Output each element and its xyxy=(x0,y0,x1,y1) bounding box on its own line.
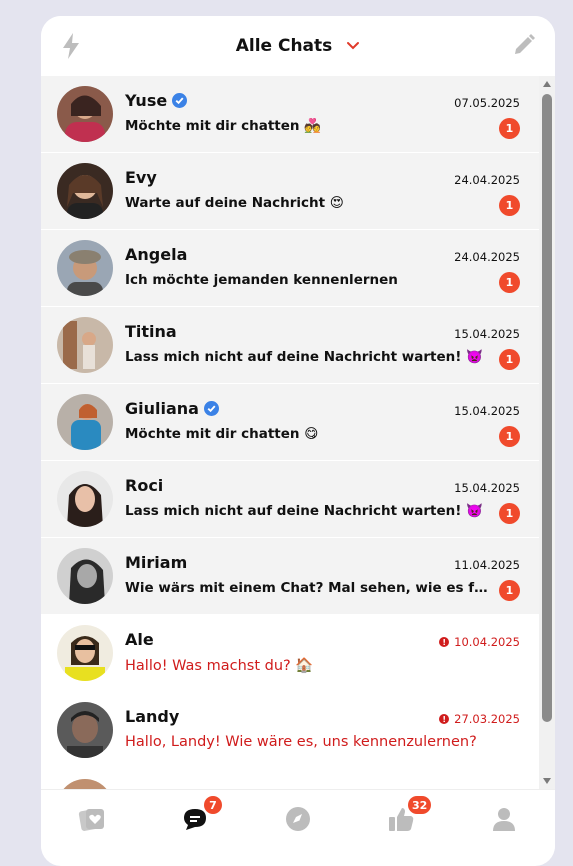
verified-icon xyxy=(203,401,219,416)
unread-badge: 1 xyxy=(499,272,520,293)
chat-date: 15.04.2025 xyxy=(454,481,520,495)
chat-date: 10.04.2025 xyxy=(454,635,520,649)
chat-message: Warte auf deine Nachricht 😍 xyxy=(125,195,344,211)
verified-icon xyxy=(172,93,188,108)
nav-likes[interactable]: 32 xyxy=(386,796,432,834)
unread-badge: 1 xyxy=(499,118,520,139)
chat-date: 15.04.2025 xyxy=(454,404,520,418)
likes-count-badge: 32 xyxy=(408,796,432,814)
chat-name: Yuse xyxy=(125,91,188,110)
chat-name: Miriam xyxy=(125,553,188,572)
chat-row[interactable]: Titina Lass mich nicht auf deine Nachric… xyxy=(41,307,539,384)
chat-name: Titina xyxy=(125,322,177,341)
chat-row[interactable]: Evy Warte auf deine Nachricht 😍 24.04.20… xyxy=(41,153,539,230)
page-title: Alle Chats xyxy=(235,36,333,56)
chat-name: Angela xyxy=(125,245,188,264)
alert-icon: ! xyxy=(439,714,450,724)
avatar xyxy=(57,702,113,758)
scroll-down-icon[interactable] xyxy=(542,776,552,786)
unread-badge: 1 xyxy=(499,349,520,370)
avatar xyxy=(57,86,113,142)
chat-date: 24.04.2025 xyxy=(454,173,520,187)
chat-row[interactable]: Giuliana Möchte mit dir chatten 😋 15.04.… xyxy=(41,384,539,461)
chat-message: Ich möchte jemanden kennenlernen xyxy=(125,272,398,288)
avatar xyxy=(57,625,113,681)
chats-count-badge: 7 xyxy=(204,796,222,814)
cards-icon[interactable] xyxy=(77,804,107,834)
chat-name: Landy xyxy=(125,707,180,726)
chat-date: 07.05.2025 xyxy=(454,96,520,110)
chat-row[interactable]: Roci Lass mich nicht auf deine Nachricht… xyxy=(41,461,539,538)
chat-name: Ale xyxy=(125,630,154,649)
compass-icon[interactable] xyxy=(283,804,313,834)
chat-message: Wie wärs mit einem Chat? Mal sehen, wie … xyxy=(125,580,495,596)
unread-badge: 1 xyxy=(499,503,520,524)
chat-name: Giuliana xyxy=(125,399,219,418)
avatar xyxy=(57,394,113,450)
avatar xyxy=(57,548,113,604)
chat-message: Hallo, Landy! Wie wäre es, uns kennenzul… xyxy=(125,734,477,750)
pencil-icon[interactable] xyxy=(511,32,537,58)
avatar xyxy=(57,240,113,296)
chat-row[interactable]: Angela Ich möchte jemanden kennenlernen … xyxy=(41,230,539,307)
nav-chats[interactable]: 7 xyxy=(180,796,222,834)
chat-message: Möchte mit dir chatten 😋 xyxy=(125,426,319,442)
chat-date: 15.04.2025 xyxy=(454,327,520,341)
chat-message: Lass mich nicht auf deine Nachricht wart… xyxy=(125,349,483,365)
chat-list: Yuse Möchte mit dir chatten 💑 07.05.2025… xyxy=(41,76,555,789)
unread-badge: 1 xyxy=(499,580,520,601)
chat-message: Hallo! Was machst du? 🏠 xyxy=(125,658,314,674)
chat-message: Möchte mit dir chatten 💑 xyxy=(125,118,322,134)
scrollbar-thumb[interactable] xyxy=(542,94,552,722)
chat-date-wrap: ! 10.04.2025 xyxy=(439,635,520,649)
avatar xyxy=(57,779,113,789)
header: Alle Chats xyxy=(41,16,555,76)
chat-date: 24.04.2025 xyxy=(454,250,520,264)
avatar xyxy=(57,163,113,219)
chat-row[interactable] xyxy=(41,769,539,789)
chat-app-panel: Alle Chats Yuse Möchte mit dir chatten 💑… xyxy=(41,16,555,866)
scroll-up-icon[interactable] xyxy=(542,79,552,89)
chat-row[interactable]: Miriam Wie wärs mit einem Chat? Mal sehe… xyxy=(41,538,539,615)
chat-row[interactable]: Ale Hallo! Was machst du? 🏠 ! 10.04.2025 xyxy=(41,615,539,692)
chat-date: 27.03.2025 xyxy=(454,712,520,726)
avatar xyxy=(57,317,113,373)
bottom-nav: 7 32 xyxy=(41,789,555,849)
chat-name: Evy xyxy=(125,168,157,187)
profile-icon[interactable] xyxy=(489,804,519,834)
unread-badge: 1 xyxy=(499,426,520,447)
scrollbar[interactable] xyxy=(539,76,555,789)
chat-message: Lass mich nicht auf deine Nachricht wart… xyxy=(125,503,483,519)
unread-badge: 1 xyxy=(499,195,520,216)
chat-row[interactable]: Landy Hallo, Landy! Wie wäre es, uns ken… xyxy=(41,692,539,769)
chat-name: Roci xyxy=(125,476,164,495)
chat-date-wrap: ! 27.03.2025 xyxy=(439,712,520,726)
avatar xyxy=(57,471,113,527)
chevron-down-icon xyxy=(347,42,360,50)
bolt-icon[interactable] xyxy=(60,32,82,60)
chat-date: 11.04.2025 xyxy=(454,558,520,572)
chat-row[interactable]: Yuse Möchte mit dir chatten 💑 07.05.2025… xyxy=(41,76,539,153)
chat-filter-dropdown[interactable]: Alle Chats xyxy=(236,36,361,56)
alert-icon: ! xyxy=(439,637,450,647)
